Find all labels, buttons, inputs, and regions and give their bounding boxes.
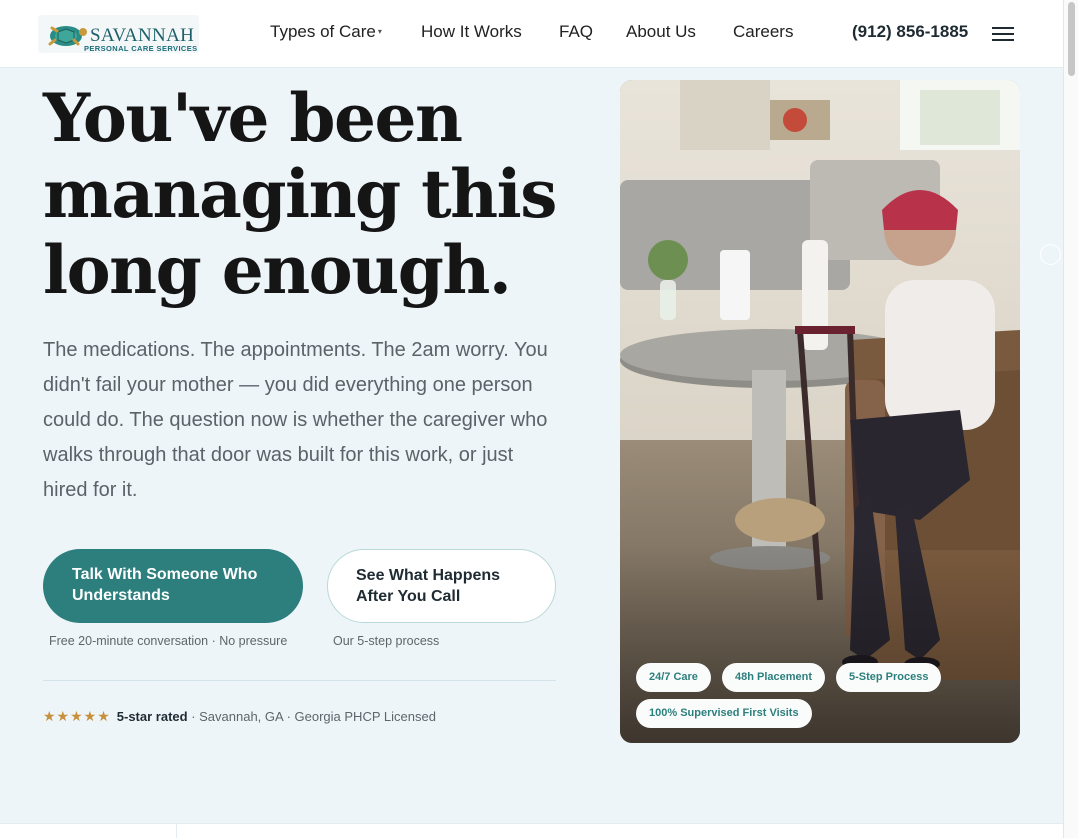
section-divider bbox=[176, 824, 177, 838]
phone-link[interactable]: (912) 856-1885 bbox=[852, 22, 968, 42]
headline-line: managing this bbox=[43, 155, 557, 233]
hamburger-icon[interactable] bbox=[990, 24, 1016, 44]
decorative-circle bbox=[1040, 244, 1061, 265]
talk-with-someone-button[interactable]: Talk With Someone Who Understands bbox=[43, 549, 303, 623]
chevron-down-icon: ▾ bbox=[377, 27, 382, 36]
site-logo[interactable]: SAVANNAH PERSONAL CARE SERVICES bbox=[38, 15, 199, 53]
primary-cta-note: Free 20-minute conversation · No pressur… bbox=[49, 634, 288, 648]
rating-details: · Savannah, GA · Georgia PHCP Licensed bbox=[187, 709, 436, 724]
nav-item-faq[interactable]: FAQ bbox=[559, 22, 593, 42]
rating-label: 5-star rated bbox=[116, 709, 188, 724]
logo-subtitle: PERSONAL CARE SERVICES bbox=[84, 44, 198, 53]
headline-line: You've been bbox=[43, 79, 463, 157]
photo-illustration bbox=[620, 80, 1020, 743]
chip: 5-Step Process bbox=[836, 663, 942, 692]
rating-row: ★★★★★ 5-star rated · Savannah, GA · Georg… bbox=[43, 708, 436, 725]
scrollbar-thumb[interactable] bbox=[1068, 2, 1075, 76]
see-what-happens-button[interactable]: See What Happens After You Call bbox=[327, 549, 556, 623]
headline-line: long enough. bbox=[43, 231, 512, 309]
nav-item-types-of-care[interactable]: Types of Care ▾ bbox=[270, 22, 382, 42]
site-header: SAVANNAH PERSONAL CARE SERVICES Types of… bbox=[0, 0, 1063, 68]
next-section-edge bbox=[0, 823, 1063, 838]
hero-divider bbox=[43, 680, 556, 681]
star-rating-icon: ★★★★★ bbox=[43, 708, 111, 724]
chip: 100% Supervised First Visits bbox=[636, 699, 812, 728]
hero-subtext: The medications. The appointments. The 2… bbox=[43, 339, 548, 501]
page-scrollbar[interactable] bbox=[1063, 0, 1078, 838]
nav-label: Types of Care bbox=[270, 22, 376, 41]
turtle-logo-icon bbox=[48, 26, 87, 46]
chip: 24/7 Care bbox=[636, 663, 711, 692]
nav-item-careers[interactable]: Careers bbox=[733, 22, 793, 42]
hero-photo: 24/7 Care 48h Placement 5-Step Process 1… bbox=[620, 80, 1020, 743]
hero-headline: You've been managing this long enough. bbox=[43, 80, 603, 308]
nav-item-about-us[interactable]: About Us bbox=[626, 22, 696, 42]
nav-item-how-it-works[interactable]: How It Works bbox=[421, 22, 522, 42]
secondary-cta-note: Our 5-step process bbox=[333, 634, 440, 648]
chip: 48h Placement bbox=[722, 663, 826, 692]
